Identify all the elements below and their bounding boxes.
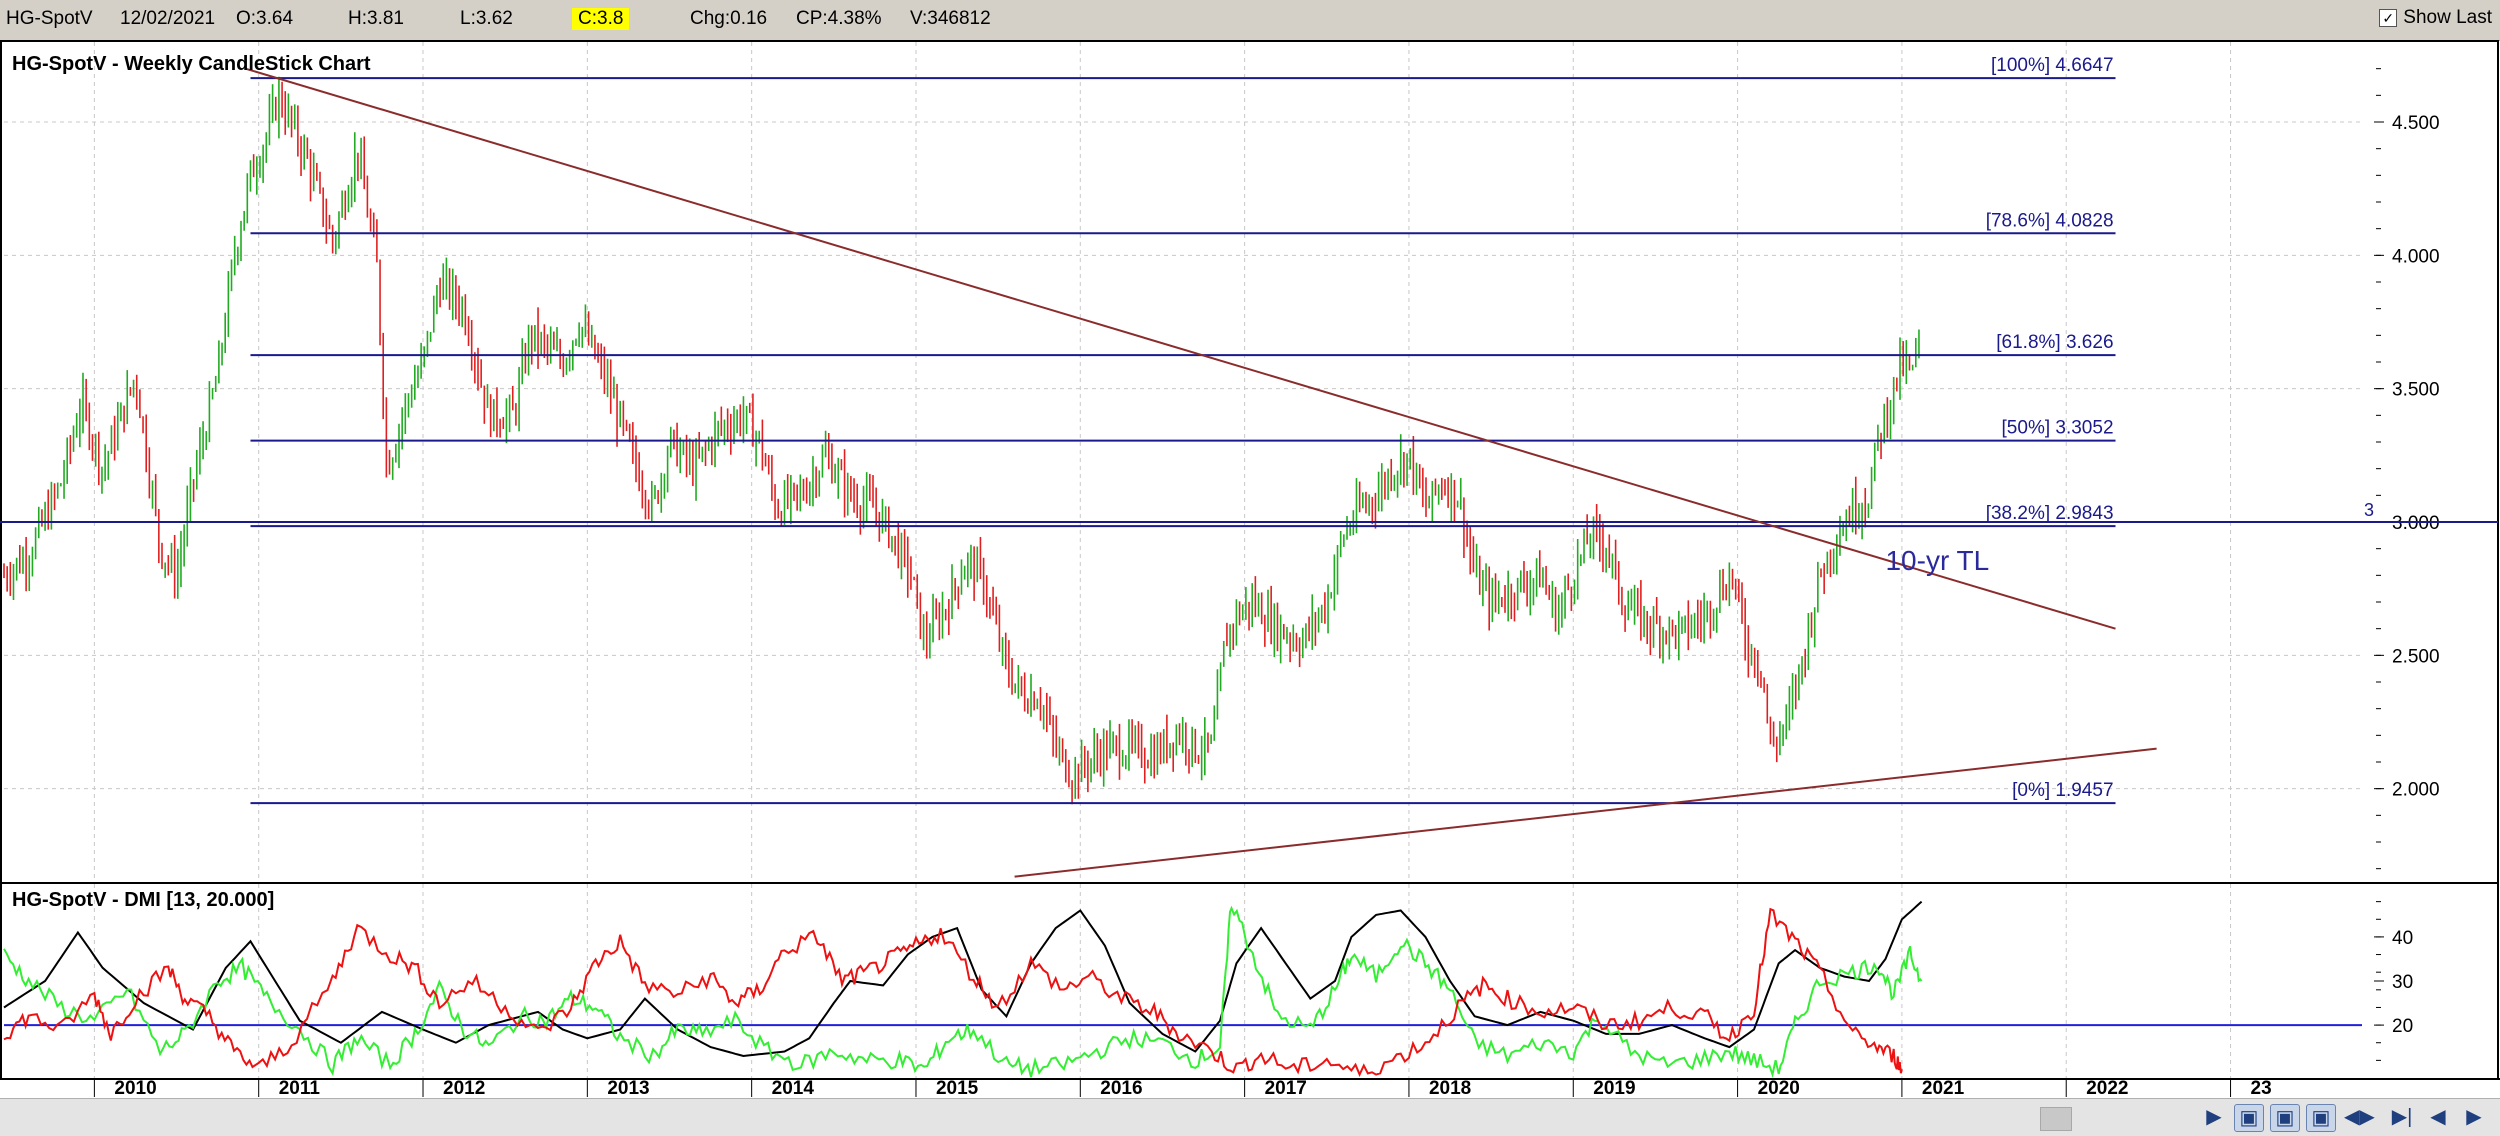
x-tick-label: 2019 <box>1593 1078 1635 1098</box>
x-tick-label: 2013 <box>607 1078 649 1098</box>
y-tick-label: 3.000 <box>2392 513 2440 534</box>
trendline-label: 10-yr TL <box>1885 545 1989 576</box>
level-line-label: 3 <box>2364 500 2374 520</box>
price-panel-frame <box>0 40 2499 884</box>
x-tick-label: 2015 <box>936 1078 979 1098</box>
price-panel: 2.000 2.500 3.000 3.500 4.000 4.500 [100%] 4.6… <box>0 40 2499 884</box>
go-end-icon[interactable]: ▶| <box>2388 1104 2416 1130</box>
fib-label: [50%] 3.3052 <box>2002 418 2114 439</box>
y-tick-label: 2.000 <box>2392 780 2440 801</box>
x-tick-label: 2012 <box>443 1078 485 1098</box>
y-tick-label: 2.500 <box>2392 646 2440 667</box>
x-tick-label: 2022 <box>2086 1078 2128 1098</box>
x-tick-label: 2017 <box>1265 1078 1307 1098</box>
chart-canvas[interactable]: 2.000 2.500 3.000 3.500 4.000 4.500 [100%] 4.6… <box>0 0 2500 1098</box>
x-tick-label: 2021 <box>1922 1078 1965 1098</box>
fib-label: [61.8%] 3.626 <box>1996 332 2113 353</box>
dmi-panel-frame <box>0 882 2499 1080</box>
x-tick-label: 2020 <box>1758 1078 1800 1098</box>
y-tick-label: 4.500 <box>2392 113 2440 134</box>
chart-title: HG-SpotV - Weekly CandleStick Chart <box>12 53 371 75</box>
fib-label: [0%] 1.9457 <box>2012 780 2113 801</box>
x-tick-label: 2010 <box>114 1078 156 1098</box>
x-tick-label: 2018 <box>1429 1078 1471 1098</box>
scroll-nav-bar: ▶ ▣ ▣ ▣ ◀▶ ▶| ◀ ▶ <box>0 1098 2500 1136</box>
y-tick-label: 3.500 <box>2392 380 2440 401</box>
expand-icon[interactable]: ◀▶ <box>2344 1104 2375 1130</box>
dmi-panel: 20 30 40 HG-SpotV - DMI [13, 20.000] <box>0 882 2499 1080</box>
x-tick-label: 2016 <box>1100 1078 1142 1098</box>
zoom-out-icon[interactable]: ▣ <box>2270 1104 2300 1132</box>
x-tick-label: 2014 <box>772 1078 815 1098</box>
scroll-right-icon[interactable]: ▶ <box>2200 1104 2228 1130</box>
y-tick-label: 4.000 <box>2392 246 2440 267</box>
x-tick-label: 23 <box>2251 1078 2272 1098</box>
scrollbar-thumb[interactable] <box>2040 1107 2072 1131</box>
y-tick-label: 40 <box>2392 928 2413 949</box>
step-forward-icon[interactable]: ▶ <box>2460 1104 2488 1130</box>
y-tick-label: 20 <box>2392 1016 2413 1037</box>
fib-label: [78.6%] 4.0828 <box>1986 210 2114 231</box>
fit-icon[interactable]: ▣ <box>2306 1104 2336 1132</box>
y-tick-label: 30 <box>2392 972 2413 993</box>
zoom-in-icon[interactable]: ▣ <box>2234 1104 2264 1132</box>
step-back-icon[interactable]: ◀ <box>2424 1104 2452 1130</box>
dmi-title: HG-SpotV - DMI [13, 20.000] <box>12 889 274 911</box>
fib-label: [100%] 4.6647 <box>1991 55 2114 76</box>
time-axis: 2010 2011 2012 2013 2014 2015 2016 2017 2018 2019… <box>0 1078 2500 1098</box>
x-tick-label: 2011 <box>279 1078 321 1098</box>
